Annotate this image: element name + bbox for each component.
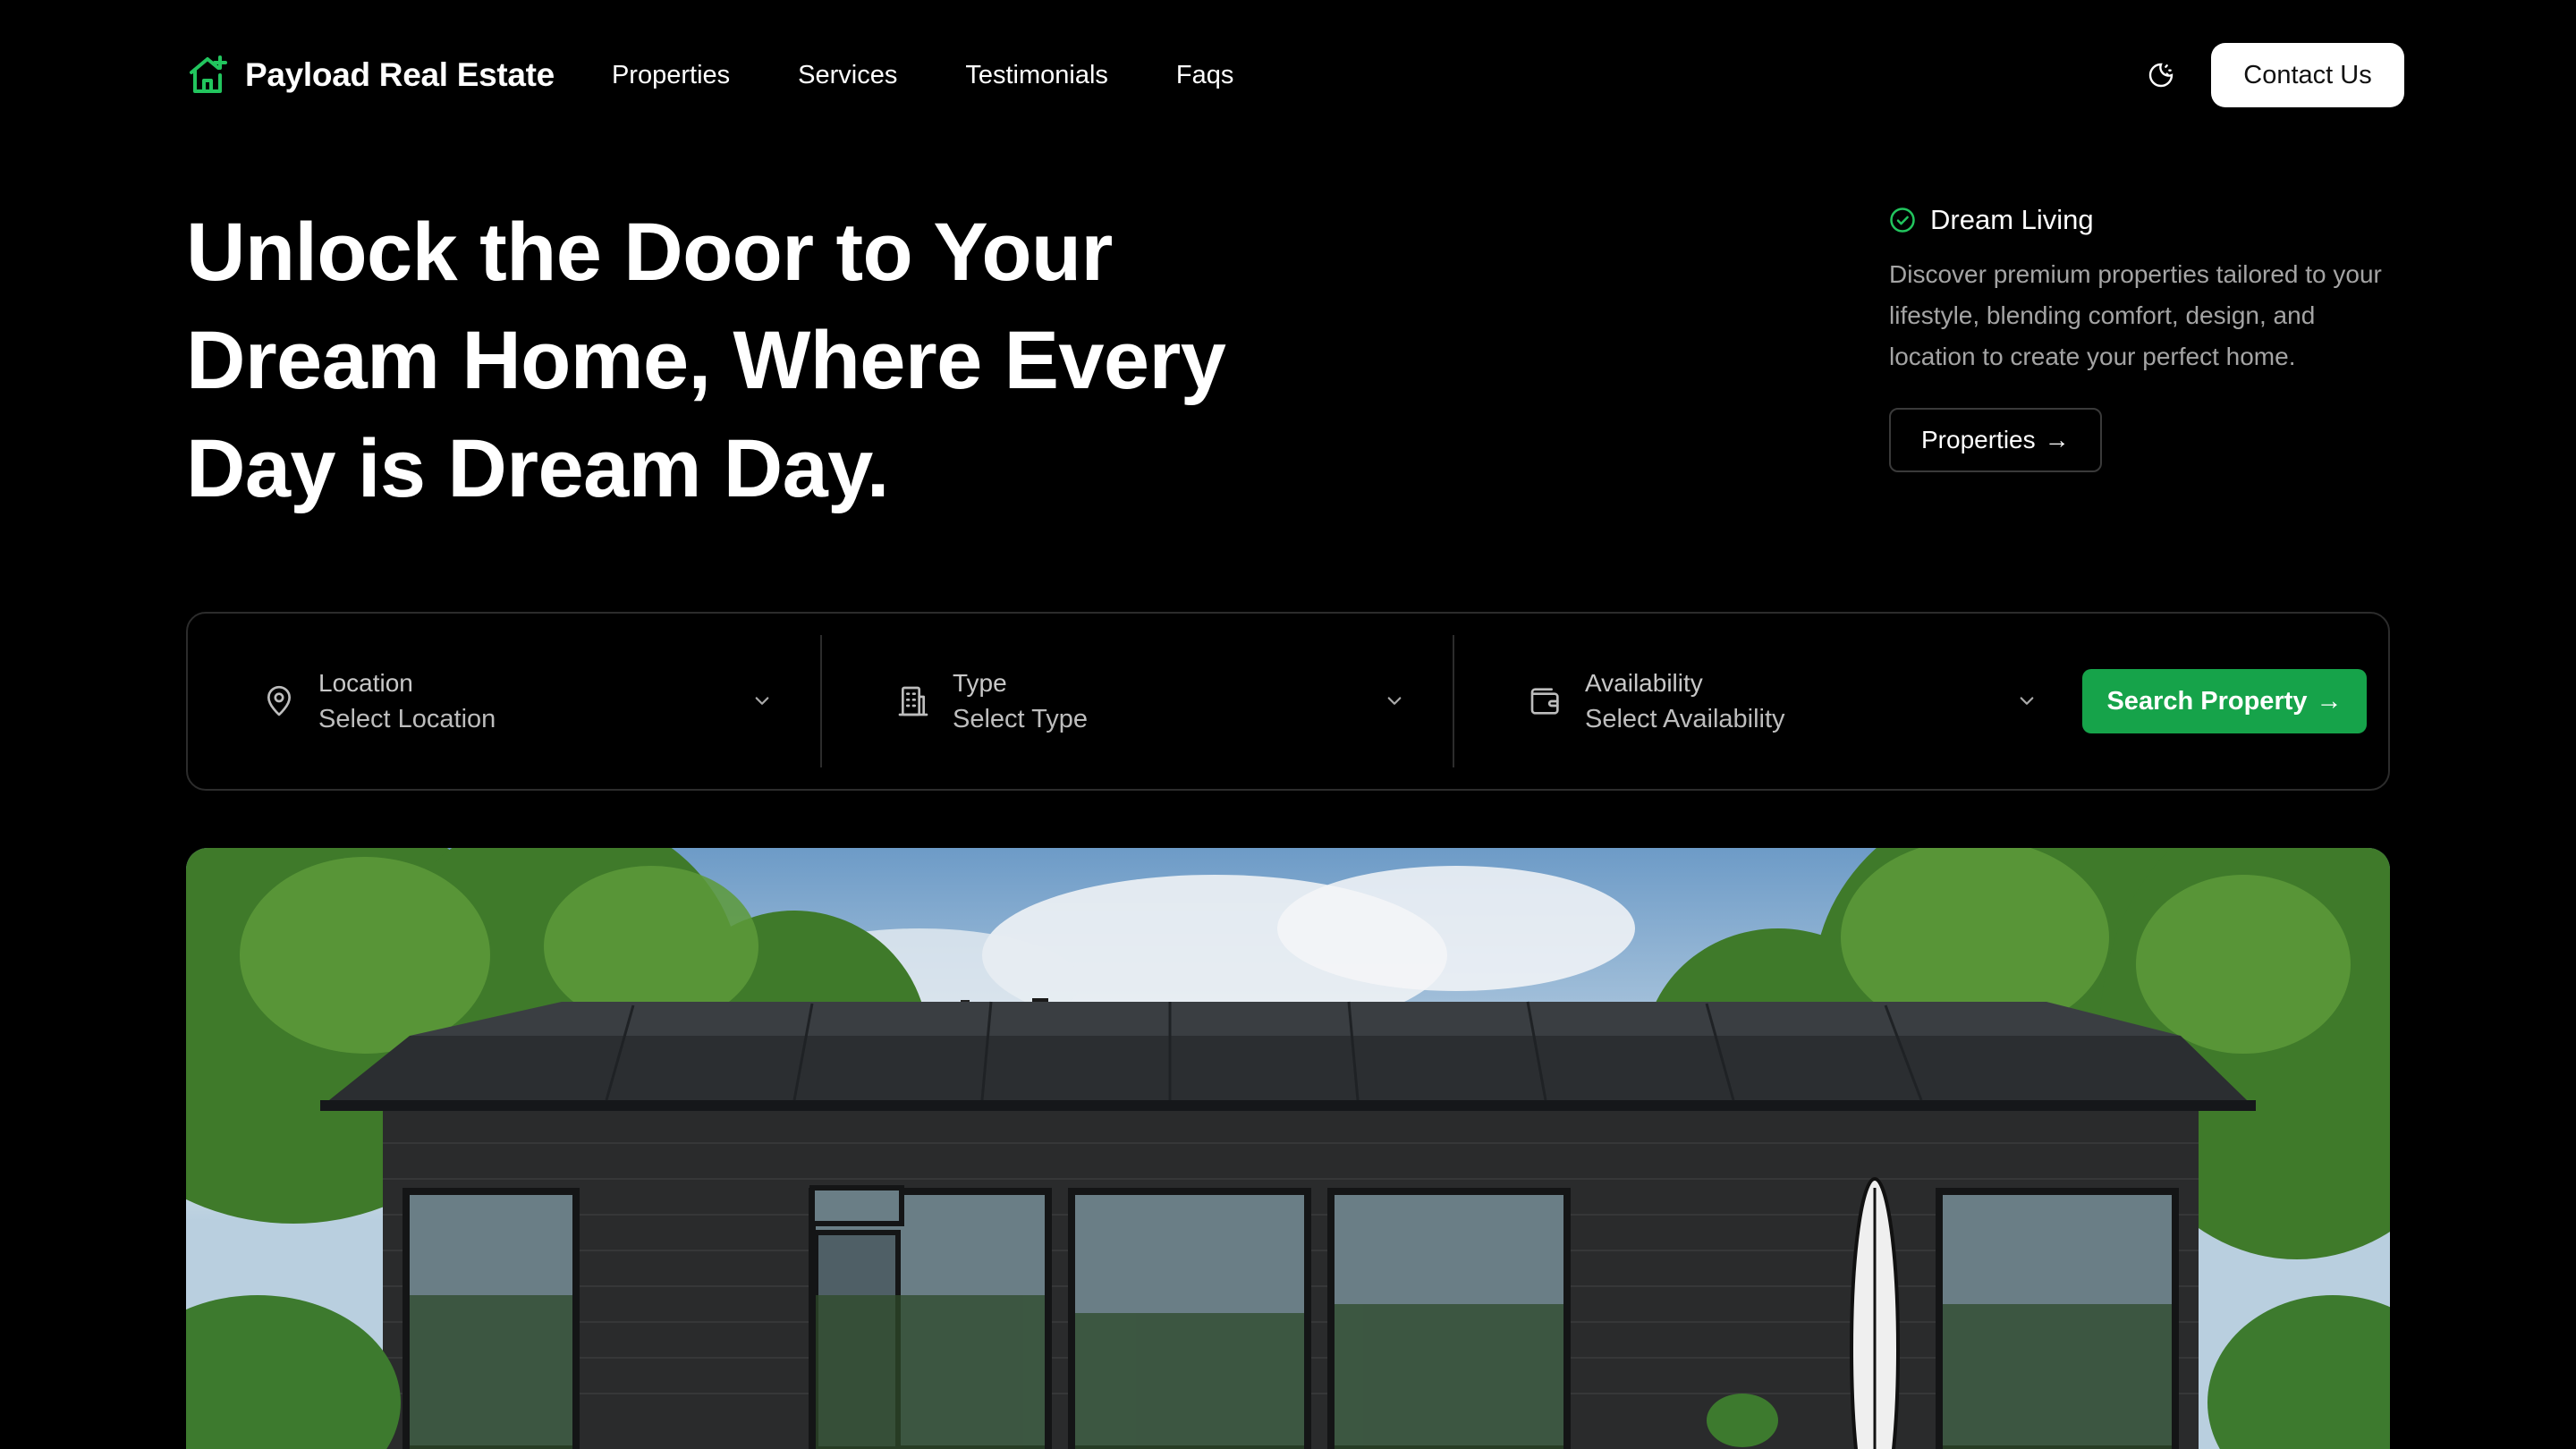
check-circle-icon	[1890, 208, 1915, 233]
search-property-label: Search Property	[2106, 686, 2308, 716]
chevron-down-icon	[2020, 697, 2034, 705]
contact-us-button[interactable]: Contact Us	[2211, 43, 2404, 107]
house-plus-icon	[190, 55, 227, 93]
page: Payload Real Estate Properties Services …	[0, 0, 2576, 1449]
aside-title: Dream Living	[1930, 204, 2094, 235]
location-field-text: Location Select Location	[318, 669, 496, 734]
chevron-down-icon	[1387, 697, 1402, 705]
type-select[interactable]: Type Select Type	[820, 635, 1453, 767]
brand-name: Payload Real Estate	[245, 56, 555, 93]
location-label: Location	[318, 668, 413, 697]
hero-house-image	[186, 848, 2390, 1449]
wallet-icon	[1530, 688, 1559, 715]
map-pin-icon	[267, 685, 291, 716]
location-value: Select Location	[318, 704, 496, 733]
nav-link-faqs[interactable]: Faqs	[1176, 61, 1233, 90]
chevron-down-icon	[755, 697, 769, 705]
availability-select[interactable]: Availability Select Availability	[1453, 635, 2085, 767]
nav-actions: Contact Us	[2143, 43, 2404, 107]
top-nav: Payload Real Estate Properties Services …	[186, 41, 2404, 109]
type-label: Type	[953, 668, 1007, 697]
availability-label: Availability	[1585, 668, 1703, 697]
nav-links: Properties Services Testimonials Faqs	[612, 61, 1233, 90]
arrow-right-icon: →	[2316, 686, 2343, 716]
aside-description: Discover premium properties tailored to …	[1889, 260, 2382, 370]
house-photo-illustration	[186, 848, 2390, 1449]
hero-aside: Dream Living Discover premium properties…	[1889, 204, 2408, 472]
brand[interactable]: Payload Real Estate	[186, 54, 555, 97]
type-value: Select Type	[953, 704, 1089, 733]
location-select[interactable]: Location Select Location	[188, 635, 820, 767]
nav-link-properties[interactable]: Properties	[612, 61, 730, 90]
type-field-text: Type Select Type	[953, 669, 1088, 734]
availability-value: Select Availability	[1585, 704, 1785, 733]
properties-button[interactable]: Properties →	[1889, 408, 2102, 472]
search-property-button[interactable]: Search Property →	[2082, 669, 2367, 733]
theme-toggle-button[interactable]	[2143, 57, 2179, 93]
moon-sun-icon	[2148, 63, 2174, 88]
nav-link-testimonials[interactable]: Testimonials	[965, 61, 1108, 90]
properties-button-label: Properties	[1921, 426, 2036, 453]
property-search-bar: Location Select Location Type Select Typ…	[186, 612, 2390, 791]
building-icon	[898, 686, 928, 716]
availability-field-text: Availability Select Availability	[1585, 669, 1785, 734]
hero-title: Unlock the Door to Your Dream Home, Wher…	[186, 207, 1226, 514]
arrow-right-icon: →	[2044, 426, 2070, 453]
nav-link-services[interactable]: Services	[798, 61, 897, 90]
aside-heading: Dream Living	[1889, 204, 2408, 236]
